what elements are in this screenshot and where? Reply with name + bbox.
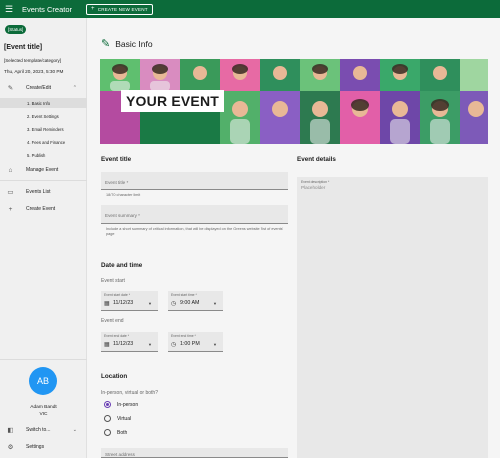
pencil-icon: ✎	[101, 38, 111, 50]
calendar-icon: ▦	[104, 342, 110, 348]
event-title-section-heading: Event title	[101, 156, 132, 163]
radio-unselected-icon	[104, 415, 111, 422]
event-end-label: Event end	[101, 318, 124, 324]
sidebar-step-label: 3. Email Reminders	[27, 126, 64, 132]
dropdown-arrow-icon: ▼	[148, 301, 152, 306]
main-content: ✎ Basic Info YOUR EVENT Event title Even…	[87, 18, 500, 458]
switch-account-icon: ◧	[7, 427, 14, 434]
radio-selected-icon	[104, 401, 111, 408]
user-region: VIC	[39, 412, 48, 417]
end-date-label: Event end date *	[104, 334, 130, 338]
hamburger-menu-icon[interactable]: ☰	[0, 0, 18, 18]
settings-label: Settings	[26, 444, 45, 450]
dropdown-arrow-icon: ▼	[213, 342, 217, 347]
sidebar-event-date: Thu, April 20, 2023, 5:30 PM	[4, 69, 64, 74]
sidebar-step-event-settings[interactable]: 2. Event Settings	[0, 111, 87, 121]
sidebar-divider	[0, 180, 87, 181]
calendar-icon: ▭	[7, 189, 14, 196]
page-header: ✎ Basic Info	[101, 37, 153, 50]
sidebar-item-events-list[interactable]: ▭ Events List	[0, 185, 87, 199]
street-address-label: Street address	[105, 452, 135, 457]
end-time-value: 1:00 PM	[180, 341, 200, 347]
radio-in-person[interactable]: In-person	[104, 401, 138, 408]
create-new-event-button[interactable]: + CREATE NEW EVENT	[86, 3, 153, 15]
radio-label: Virtual	[117, 415, 132, 422]
user-name: Adam Bandt	[30, 405, 57, 410]
event-summary-helper: Include a short summary of critical info…	[106, 227, 284, 237]
location-question: In-person, virtual or both?	[101, 390, 158, 396]
sidebar-item-manage-event[interactable]: ⌂ Manage Event	[0, 163, 87, 177]
home-icon: ⌂	[8, 166, 13, 174]
switch-to-label: Switch to...	[26, 427, 51, 433]
street-address-field[interactable]: Street address	[101, 448, 288, 458]
sidebar-step-publish[interactable]: 5. Publish	[0, 150, 87, 160]
gear-icon: ⚙	[7, 444, 14, 451]
sidebar-divider	[0, 359, 87, 360]
end-time-picker[interactable]: Event end time * ◷ 1:00 PM ▼	[168, 332, 223, 352]
event-summary-field[interactable]: Event summary *	[101, 205, 288, 224]
sidebar-step-label: 1. Basic Info	[27, 100, 51, 106]
sidebar-step-label: 2. Event Settings	[27, 113, 59, 119]
pencil-icon: ✎	[7, 84, 14, 92]
event-title-field[interactable]: Event title *	[101, 172, 288, 190]
sidebar-item-label: Manage Event	[26, 167, 59, 173]
sidebar: [Status] [Event title] [Selected templat…	[0, 18, 87, 458]
dropdown-arrow-icon: ▼	[213, 301, 217, 306]
app-title: Events Creator	[22, 4, 73, 14]
dropdown-arrow-icon: ▼	[148, 342, 152, 347]
end-date-value: 11/12/23	[113, 341, 134, 347]
sidebar-step-fees-finance[interactable]: 4. Fees and Finance	[0, 137, 87, 147]
clock-icon: ◷	[171, 301, 177, 307]
sidebar-item-label: Create Event	[26, 206, 56, 212]
avatar[interactable]: AB	[29, 367, 57, 395]
radio-label: In-person	[117, 401, 139, 408]
location-section-heading: Location	[101, 373, 128, 380]
start-time-picker[interactable]: Event start time * ◷ 9:00 AM ▼	[168, 291, 223, 311]
radio-both[interactable]: Both	[104, 429, 127, 436]
sidebar-template: [Selected template/category]	[4, 58, 62, 63]
character-limit-helper: 18/70 character limit	[106, 193, 141, 197]
event-start-label: Event start	[101, 278, 125, 284]
sidebar-item-label: Create/Edit	[26, 84, 52, 91]
end-time-label: Event end time *	[171, 334, 196, 338]
event-details-section-heading: Event details	[297, 156, 336, 163]
start-time-label: Event start time *	[171, 293, 197, 297]
sidebar-step-label: 5. Publish	[27, 152, 46, 158]
start-date-label: Event start date *	[104, 293, 131, 297]
radio-unselected-icon	[104, 429, 111, 436]
sidebar-item-create-edit[interactable]: ✎ Create/Edit ⌃	[0, 81, 87, 94]
create-new-event-label: CREATE NEW EVENT	[97, 6, 148, 12]
sidebar-step-basic-info[interactable]: 1. Basic Info	[0, 98, 87, 108]
switch-to-menu[interactable]: ◧ Switch to... ⌄	[0, 423, 87, 437]
event-description-label: Event description *	[301, 180, 330, 184]
sidebar-item-settings[interactable]: ⚙ Settings	[0, 440, 87, 454]
status-badge: [Status]	[5, 25, 27, 34]
sidebar-step-email-reminders[interactable]: 3. Email Reminders	[0, 124, 87, 134]
event-title-field-label: Event title *	[105, 180, 129, 185]
radio-virtual[interactable]: Virtual	[104, 415, 131, 422]
page-title: Basic Info	[115, 38, 153, 49]
calendar-icon: ▦	[104, 301, 110, 307]
event-banner-image: YOUR EVENT	[100, 59, 488, 144]
start-date-value: 11/12/23	[113, 300, 134, 306]
date-time-section-heading: Date and time	[101, 262, 143, 269]
radio-label: Both	[117, 429, 128, 436]
plus-icon: +	[8, 205, 13, 213]
start-time-value: 9:00 AM	[180, 300, 200, 306]
chevron-down-icon: ⌄	[72, 427, 77, 433]
event-summary-field-label: Event summary *	[105, 213, 140, 218]
sidebar-step-label: 4. Fees and Finance	[27, 139, 66, 145]
event-description-field[interactable]: Event description * Placeholder	[297, 177, 488, 458]
plus-icon: +	[91, 6, 95, 12]
chevron-up-icon: ⌃	[72, 84, 77, 91]
sidebar-item-create-event[interactable]: + Create Event	[0, 202, 87, 216]
start-date-picker[interactable]: Event start date * ▦ 11/12/23 ▼	[101, 291, 158, 311]
sidebar-event-title: [Event title]	[4, 44, 43, 51]
banner-title: YOUR EVENT	[121, 90, 225, 112]
sidebar-item-label: Events List	[26, 189, 51, 195]
clock-icon: ◷	[171, 342, 177, 348]
top-app-bar: ☰ Events Creator + CREATE NEW EVENT	[0, 0, 500, 18]
event-description-placeholder: Placeholder	[301, 185, 326, 190]
end-date-picker[interactable]: Event end date * ▦ 11/12/23 ▼	[101, 332, 158, 352]
